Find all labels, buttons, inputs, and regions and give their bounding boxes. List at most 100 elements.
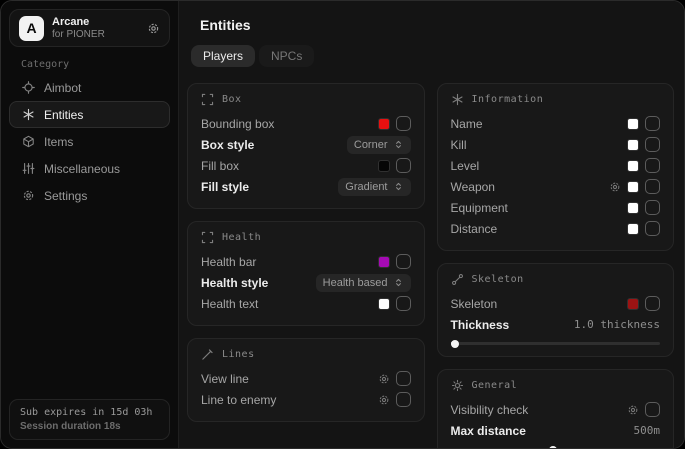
color-swatch[interactable]: [378, 160, 390, 172]
line-to-enemy-checkbox[interactable]: [396, 392, 411, 407]
sidebar-item-label: Miscellaneous: [44, 162, 120, 176]
skeleton-checkbox[interactable]: [645, 296, 660, 311]
sidebar-item-items[interactable]: Items: [9, 128, 170, 155]
distance-checkbox[interactable]: [645, 221, 660, 236]
right-column: Information Name Kill: [437, 83, 675, 448]
sidebar-item-miscellaneous[interactable]: Miscellaneous: [9, 155, 170, 182]
sidebar-item-label: Items: [44, 135, 73, 149]
color-swatch[interactable]: [627, 181, 639, 193]
fill-style-dropdown[interactable]: Gradient: [338, 178, 410, 196]
equipment-checkbox[interactable]: [645, 200, 660, 215]
sub-expiry-text: Sub expires in 15d 03h: [20, 407, 159, 418]
color-swatch[interactable]: [627, 298, 639, 310]
app-settings-gear-icon[interactable]: [147, 22, 160, 35]
setting-row-fill-style: Fill style Gradient: [201, 176, 411, 197]
session-duration-text: Session duration 18s: [20, 421, 159, 432]
level-checkbox[interactable]: [645, 158, 660, 173]
gear-icon: [22, 189, 35, 202]
main-content: Entities Players NPCs Box Bounding box: [179, 1, 684, 448]
setting-row-visibility-check: Visibility check: [451, 399, 661, 420]
setting-row-equipment: Equipment: [451, 197, 661, 218]
panel-lines: Lines View line Line to enemy: [187, 338, 425, 422]
subscription-card: Sub expires in 15d 03h Session duration …: [9, 399, 170, 440]
dropdown-value: Health based: [323, 277, 388, 289]
setting-row-skeleton: Skeleton: [451, 293, 661, 314]
app-title: Arcane: [52, 16, 139, 29]
thickness-slider[interactable]: [451, 342, 661, 345]
dropdown-value: Corner: [354, 139, 388, 151]
setting-row-bounding-box: Bounding box: [201, 113, 411, 134]
kill-checkbox[interactable]: [645, 137, 660, 152]
setting-row-health-style: Health style Health based: [201, 272, 411, 293]
bone-icon: [451, 273, 464, 286]
setting-row-view-line: View line: [201, 368, 411, 389]
color-swatch[interactable]: [627, 223, 639, 235]
name-checkbox[interactable]: [645, 116, 660, 131]
tab-npcs[interactable]: NPCs: [259, 45, 314, 67]
setting-row-health-bar: Health bar: [201, 251, 411, 272]
setting-row-level: Level: [451, 155, 661, 176]
setting-row-box-style: Box style Corner: [201, 134, 411, 155]
arcane-window: A Arcane for PIONER Category Aimbot Enti…: [0, 0, 685, 449]
health-bar-checkbox[interactable]: [396, 254, 411, 269]
chevrons-up-down-icon: [393, 277, 404, 288]
color-swatch[interactable]: [627, 160, 639, 172]
setting-row-fill-box: Fill box: [201, 155, 411, 176]
sidebar-item-entities[interactable]: Entities: [9, 101, 170, 128]
sidebar-item-label: Settings: [44, 189, 87, 203]
app-subtitle: for PIONER: [52, 29, 139, 41]
crosshair-icon: [22, 81, 35, 94]
panel-title: Skeleton: [472, 274, 524, 285]
color-swatch[interactable]: [378, 298, 390, 310]
line-to-enemy-gear-icon[interactable]: [378, 394, 390, 406]
panel-title: General: [472, 380, 518, 391]
setting-row-max-distance: Max distance 500m: [451, 420, 661, 441]
chevrons-up-down-icon: [393, 181, 404, 192]
panel-title: Box: [222, 94, 242, 105]
sidebar-nav: Aimbot Entities Items Miscellaneous: [1, 74, 178, 209]
sidebar-item-settings[interactable]: Settings: [9, 182, 170, 209]
health-style-dropdown[interactable]: Health based: [316, 274, 411, 292]
setting-row-distance: Distance: [451, 218, 661, 239]
sidebar-item-label: Entities: [44, 108, 83, 122]
color-swatch[interactable]: [378, 118, 390, 130]
cube-icon: [22, 135, 35, 148]
entity-tabs: Players NPCs: [191, 45, 674, 67]
sliders-icon: [22, 162, 35, 175]
view-line-checkbox[interactable]: [396, 371, 411, 386]
sidebar-item-aimbot[interactable]: Aimbot: [9, 74, 170, 101]
visibility-gear-icon[interactable]: [627, 404, 639, 416]
sidebar-item-label: Aimbot: [44, 81, 81, 95]
setting-row-name: Name: [451, 113, 661, 134]
pencil-line-icon: [201, 348, 214, 361]
slider-thumb[interactable]: [451, 340, 459, 348]
color-swatch[interactable]: [627, 202, 639, 214]
bounding-box-checkbox[interactable]: [396, 116, 411, 131]
panel-skeleton: Skeleton Skeleton Thickness 1.0 thicknes…: [437, 263, 675, 357]
color-swatch[interactable]: [378, 256, 390, 268]
weapon-gear-icon[interactable]: [609, 181, 621, 193]
panel-box: Box Bounding box Box style Corner: [187, 83, 425, 209]
corner-brackets-icon: [201, 93, 214, 106]
left-column: Box Bounding box Box style Corner: [187, 83, 425, 448]
weapon-checkbox[interactable]: [645, 179, 660, 194]
corner-brackets-icon: [201, 231, 214, 244]
view-line-gear-icon[interactable]: [378, 373, 390, 385]
tab-players[interactable]: Players: [191, 45, 255, 67]
fill-box-checkbox[interactable]: [396, 158, 411, 173]
setting-row-kill: Kill: [451, 134, 661, 155]
color-swatch[interactable]: [627, 118, 639, 130]
slider-thumb[interactable]: [549, 446, 557, 449]
setting-row-health-text: Health text: [201, 293, 411, 314]
health-text-checkbox[interactable]: [396, 296, 411, 311]
page-title: Entities: [200, 17, 674, 33]
box-style-dropdown[interactable]: Corner: [347, 136, 411, 154]
panel-title: Information: [472, 94, 544, 105]
logo-card: A Arcane for PIONER: [9, 9, 170, 47]
color-swatch[interactable]: [627, 139, 639, 151]
max-distance-value: 500m: [634, 424, 661, 437]
panel-information: Information Name Kill: [437, 83, 675, 251]
category-label: Category: [21, 59, 178, 70]
setting-row-line-to-enemy: Line to enemy: [201, 389, 411, 410]
visibility-check-checkbox[interactable]: [645, 402, 660, 417]
